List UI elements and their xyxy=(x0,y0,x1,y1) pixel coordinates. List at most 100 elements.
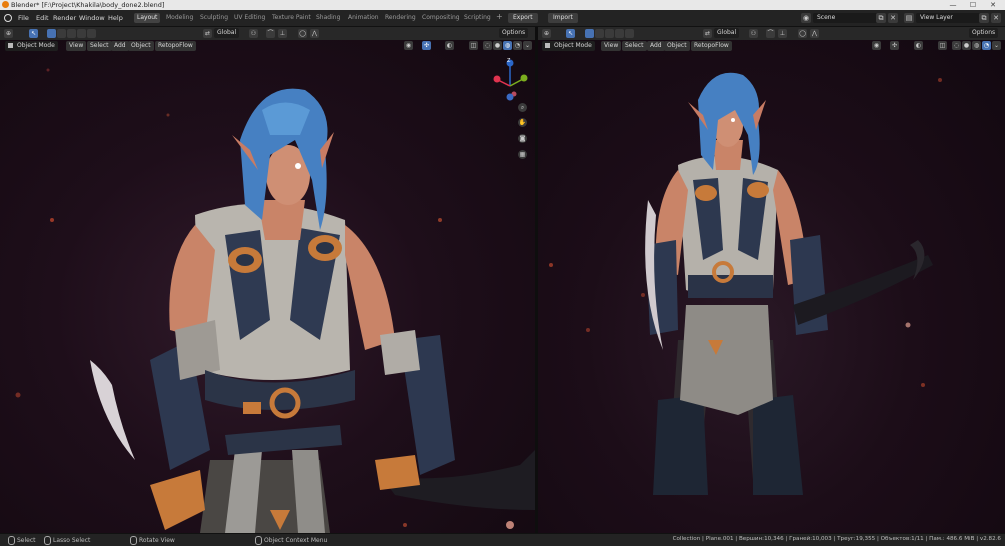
import-button[interactable]: Import xyxy=(548,13,578,23)
left-tool-header: ⊕ ↖ ⇄ Global ⚇ ⌒ ⊥ ◯ ⋀ Options xyxy=(0,27,535,40)
scene-statistics: Collection | Plane.001 | Вершин:10,346 |… xyxy=(672,536,1001,542)
rendered-shading-icon[interactable]: ◔ xyxy=(982,41,991,50)
material-shading-icon[interactable]: ◍ xyxy=(503,41,512,50)
snap-target-icon[interactable]: ⊥ xyxy=(778,29,787,38)
snap-icon[interactable]: ⌒ xyxy=(766,29,775,38)
tab-uv-editing[interactable]: UV Editing xyxy=(234,14,265,21)
menu-object[interactable]: Object xyxy=(664,41,690,51)
pivot-icon[interactable]: ⚇ xyxy=(249,29,258,38)
select-box-icon[interactable] xyxy=(585,29,594,38)
gizmo-toggle-icon[interactable]: ✣ xyxy=(422,41,431,50)
view-layer-field[interactable]: View Layer xyxy=(916,13,982,23)
transform-icon[interactable]: ⇄ xyxy=(203,29,212,38)
xray-icon[interactable]: ◫ xyxy=(469,41,478,50)
solid-shading-icon[interactable]: ● xyxy=(962,41,971,50)
menu-add[interactable]: Add xyxy=(111,41,129,51)
viewport-left[interactable]: Z ⌕ ✋ ◙ ▦ xyxy=(0,40,535,533)
tab-sculpting[interactable]: Sculpting xyxy=(200,14,228,21)
pivot-icon[interactable]: ⚇ xyxy=(749,29,758,38)
menu-select[interactable]: Select xyxy=(622,41,647,51)
tab-texture-paint[interactable]: Texture Paint xyxy=(272,14,311,21)
menu-object[interactable]: Object xyxy=(128,41,154,51)
maximize-button[interactable]: ☐ xyxy=(963,0,983,10)
minimize-button[interactable]: — xyxy=(943,0,963,10)
solid-shading-icon[interactable]: ● xyxy=(493,41,502,50)
select-box-icon[interactable] xyxy=(47,29,56,38)
falloff-icon[interactable]: ⋀ xyxy=(310,29,319,38)
camera-icon[interactable]: ◙ xyxy=(518,134,527,143)
select-extend-icon[interactable] xyxy=(595,29,604,38)
cursor-icon[interactable]: ↖ xyxy=(566,29,575,38)
falloff-icon[interactable]: ⋀ xyxy=(810,29,819,38)
material-shading-icon[interactable]: ◍ xyxy=(972,41,981,50)
scene-delete-icon[interactable]: ✕ xyxy=(888,13,898,23)
menu-retopoflow[interactable]: RetopoFlow xyxy=(691,41,732,51)
blender-menu-icon[interactable] xyxy=(4,14,12,22)
select-invert-icon[interactable] xyxy=(77,29,86,38)
tab-layout[interactable]: Layout xyxy=(134,13,161,23)
visibility-icon[interactable]: ◉ xyxy=(872,41,881,50)
menu-add[interactable]: Add xyxy=(647,41,665,51)
options-dropdown[interactable]: Options xyxy=(969,28,999,38)
shading-options-icon[interactable]: ⌄ xyxy=(523,41,532,50)
scene-browse-icon[interactable]: ⧉ xyxy=(876,13,886,23)
rendered-shading-icon[interactable]: ◔ xyxy=(513,41,522,50)
menu-retopoflow[interactable]: RetopoFlow xyxy=(155,41,196,51)
menu-file[interactable]: File xyxy=(18,14,29,22)
menu-help[interactable]: Help xyxy=(108,14,123,22)
tab-compositing[interactable]: Compositing xyxy=(422,14,460,21)
tab-rendering[interactable]: Rendering xyxy=(385,14,416,21)
select-invert-icon[interactable] xyxy=(615,29,624,38)
menu-render[interactable]: Render xyxy=(53,14,76,22)
hand-icon[interactable]: ✋ xyxy=(518,118,527,127)
transform-icon[interactable]: ⇄ xyxy=(703,29,712,38)
select-intersect-icon[interactable] xyxy=(87,29,96,38)
proportional-icon[interactable]: ◯ xyxy=(798,29,807,38)
editor-type-icon[interactable]: ⊕ xyxy=(4,29,13,38)
viewport-right[interactable] xyxy=(538,40,1005,533)
options-dropdown[interactable]: Options xyxy=(499,28,529,38)
orientation-dropdown[interactable]: Global xyxy=(214,28,240,38)
menu-select[interactable]: Select xyxy=(87,41,112,51)
overlay-icon[interactable]: ◐ xyxy=(914,41,923,50)
cursor-icon[interactable]: ↖ xyxy=(29,29,38,38)
tab-shading[interactable]: Shading xyxy=(316,14,340,21)
visibility-icon[interactable]: ◉ xyxy=(404,41,413,50)
grid-icon[interactable]: ▦ xyxy=(518,150,527,159)
orientation-dropdown[interactable]: Global xyxy=(714,28,740,38)
select-subtract-icon[interactable] xyxy=(605,29,614,38)
proportional-icon[interactable]: ◯ xyxy=(298,29,307,38)
scene-field[interactable]: Scene xyxy=(813,13,879,23)
wireframe-shading-icon[interactable]: ◌ xyxy=(952,41,961,50)
tab-scripting[interactable]: Scripting xyxy=(464,14,491,21)
snap-icon[interactable]: ⌒ xyxy=(266,29,275,38)
snap-target-icon[interactable]: ⊥ xyxy=(278,29,287,38)
tab-animation[interactable]: Animation xyxy=(348,14,379,21)
view-layer-delete-icon[interactable]: ✕ xyxy=(991,13,1001,23)
view-layer-icon[interactable]: ▤ xyxy=(904,13,914,23)
mouse-icon xyxy=(255,536,262,545)
shading-options-icon[interactable]: ⌄ xyxy=(992,41,1001,50)
xray-icon[interactable]: ◫ xyxy=(938,41,947,50)
close-button[interactable]: ✕ xyxy=(983,0,1003,10)
status-context-label: Object Context Menu xyxy=(264,537,328,544)
gizmo-toggle-icon[interactable]: ✣ xyxy=(890,41,899,50)
tab-modeling[interactable]: Modeling xyxy=(166,14,193,21)
scene-icon[interactable]: ◉ xyxy=(801,13,811,23)
character-render-left xyxy=(15,68,535,533)
menu-view[interactable]: View xyxy=(66,41,87,51)
menu-view[interactable]: View xyxy=(601,41,622,51)
zoom-icon[interactable]: ⌕ xyxy=(518,103,527,112)
add-workspace-button[interactable]: + xyxy=(496,12,503,21)
wireframe-shading-icon[interactable]: ◌ xyxy=(483,41,492,50)
view-layer-browse-icon[interactable]: ⧉ xyxy=(979,13,989,23)
overlay-icon[interactable]: ◐ xyxy=(445,41,454,50)
menu-edit[interactable]: Edit xyxy=(36,14,49,22)
editor-type-icon[interactable]: ⊕ xyxy=(542,29,551,38)
select-extend-icon[interactable] xyxy=(57,29,66,38)
export-button[interactable]: Export xyxy=(508,13,538,23)
window-title: Blender* [F:\Project\Khakila\body_done2.… xyxy=(11,1,165,9)
menu-window[interactable]: Window xyxy=(79,14,105,22)
select-intersect-icon[interactable] xyxy=(625,29,634,38)
select-subtract-icon[interactable] xyxy=(67,29,76,38)
